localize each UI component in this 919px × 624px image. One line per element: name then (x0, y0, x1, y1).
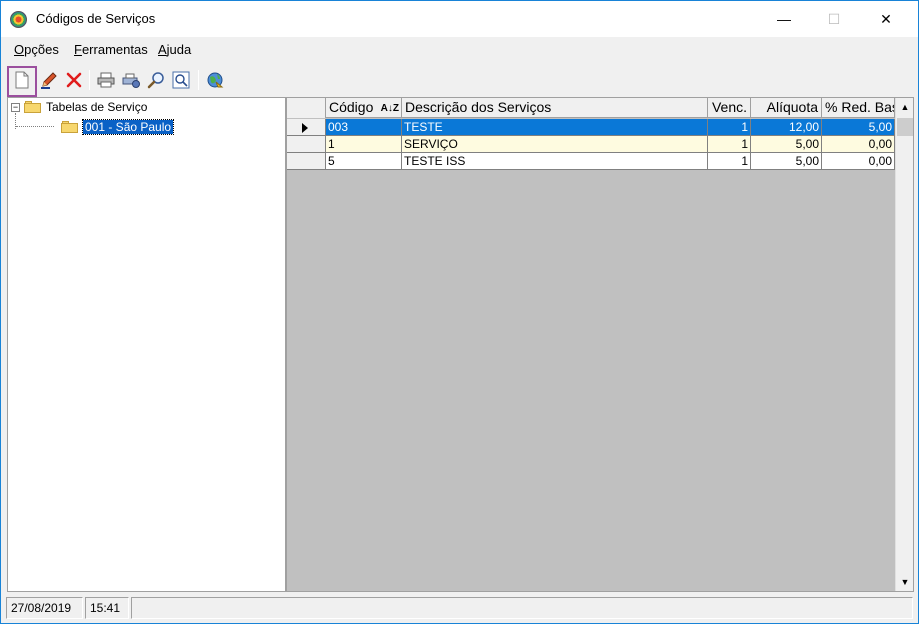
cell-red-base[interactable]: 0,00 (822, 153, 895, 170)
delete-button[interactable] (62, 67, 86, 93)
title-bar: Códigos de Serviços — ☐ ✕ (1, 1, 918, 37)
edit-pencil-icon (41, 72, 57, 89)
cell-codigo[interactable]: 5 (326, 153, 402, 170)
new-button-highlight (7, 66, 37, 97)
menu-ajuda[interactable]: Ajuda (158, 42, 191, 57)
row-indicator (287, 119, 326, 136)
status-time: 15:41 (85, 597, 129, 619)
vertical-scrollbar[interactable]: ▲ ▼ (895, 98, 913, 591)
edit-button[interactable] (37, 67, 61, 93)
column-header-aliquota[interactable]: Alíquota (751, 98, 822, 118)
menu-bar: Opções Ferramentas Ajuda (1, 37, 918, 63)
cell-aliquota[interactable]: 5,00 (751, 136, 822, 153)
preview-button[interactable] (169, 67, 193, 93)
menu-opcoes-label: pções (24, 42, 59, 57)
scroll-up-button[interactable]: ▲ (896, 98, 913, 116)
sort-az-icon: A↓Z (380, 103, 399, 114)
web-globe-icon (207, 72, 224, 88)
menu-opcoes[interactable]: Opções (14, 42, 59, 57)
column-header-descricao[interactable]: Descrição dos Serviços (402, 98, 708, 118)
services-grid[interactable]: Código A↓Z Descrição dos Serviços Venc. … (286, 97, 914, 592)
print-setup-icon (122, 73, 140, 88)
header-indicator (287, 98, 326, 118)
cell-red-base[interactable]: 5,00 (822, 119, 895, 136)
print-setup-button[interactable] (119, 67, 143, 93)
print-icon (97, 72, 115, 88)
close-button[interactable]: ✕ (863, 1, 909, 37)
cell-red-base[interactable]: 0,00 (822, 136, 895, 153)
cell-venc[interactable]: 1 (708, 119, 751, 136)
cell-descricao[interactable]: TESTE ISS (402, 153, 708, 170)
tree-view[interactable]: − Tabelas de Serviço 001 - São Paulo (7, 97, 286, 592)
current-row-arrow-icon (302, 123, 308, 133)
folder-icon (24, 101, 41, 113)
app-window: Códigos de Serviços — ☐ ✕ Opções Ferrame… (0, 0, 919, 624)
cell-codigo[interactable]: 1 (326, 136, 402, 153)
toolbar-separator (198, 70, 199, 90)
preview-icon (172, 71, 190, 89)
open-folder-icon (61, 121, 78, 133)
tree-connector (16, 126, 54, 127)
tree-node-root[interactable]: − Tabelas de Serviço (11, 99, 147, 115)
row-indicator (287, 136, 326, 153)
table-row[interactable]: 003 TESTE 1 12,00 5,00 (287, 119, 895, 136)
grid-header: Código A↓Z Descrição dos Serviços Venc. … (287, 98, 895, 118)
toolbar (1, 63, 918, 97)
tree-root-label: Tabelas de Serviço (46, 100, 148, 114)
column-header-codigo-label: Código (329, 99, 374, 115)
web-button[interactable] (203, 67, 227, 93)
collapse-icon[interactable]: − (11, 102, 20, 112)
table-row[interactable]: 1 SERVIÇO 1 5,00 0,00 (287, 136, 895, 153)
status-bar: 27/08/2019 15:41 (1, 593, 918, 623)
delete-x-icon (66, 72, 82, 88)
print-button[interactable] (94, 67, 118, 93)
search-icon (147, 72, 164, 89)
column-header-codigo[interactable]: Código A↓Z (326, 98, 402, 118)
cell-descricao[interactable]: TESTE (402, 119, 708, 136)
status-date: 27/08/2019 (6, 597, 83, 619)
column-header-venc[interactable]: Venc. (708, 98, 751, 118)
cell-aliquota[interactable]: 5,00 (751, 153, 822, 170)
search-button[interactable] (144, 67, 168, 93)
minimize-button[interactable]: — (761, 1, 807, 37)
column-header-red-base[interactable]: % Red. Base (822, 98, 895, 118)
menu-ajuda-label: juda (166, 42, 192, 57)
window-title: Códigos de Serviços (36, 11, 156, 26)
tree-node-child[interactable]: 001 - São Paulo (61, 119, 175, 135)
maximize-button[interactable]: ☐ (811, 1, 857, 37)
cell-venc[interactable]: 1 (708, 153, 751, 170)
cell-descricao[interactable]: SERVIÇO (402, 136, 708, 153)
menu-opcoes-accel: O (14, 42, 25, 57)
table-row[interactable]: 5 TESTE ISS 1 5,00 0,00 (287, 153, 895, 170)
cell-codigo[interactable]: 003 (326, 119, 402, 136)
menu-ajuda-accel: A (158, 42, 167, 57)
menu-ferramentas-label: erramentas (81, 42, 148, 57)
menu-ferramentas[interactable]: Ferramentas (74, 42, 148, 57)
cell-aliquota[interactable]: 12,00 (751, 119, 822, 136)
app-logo-icon (10, 11, 27, 28)
toolbar-separator (89, 70, 90, 90)
tree-child-label: 001 - São Paulo (81, 119, 175, 135)
scroll-thumb[interactable] (897, 118, 913, 136)
row-indicator (287, 153, 326, 170)
menu-ferramentas-accel: F (74, 42, 82, 57)
scroll-down-button[interactable]: ▼ (896, 573, 913, 591)
cell-venc[interactable]: 1 (708, 136, 751, 153)
status-message (131, 597, 913, 619)
